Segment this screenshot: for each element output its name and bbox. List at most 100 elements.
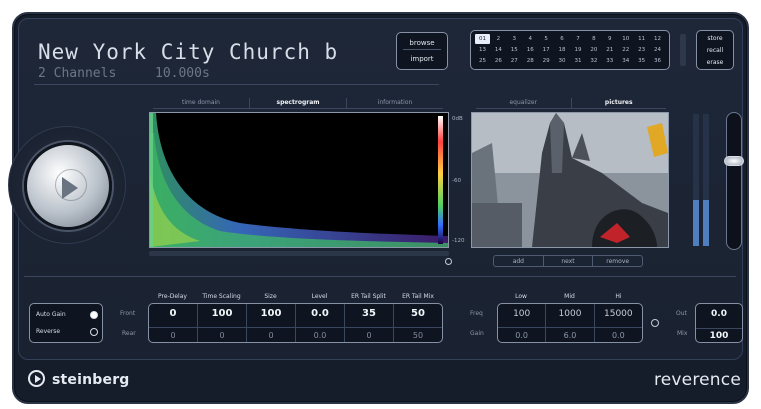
import-button[interactable]: import bbox=[403, 53, 441, 66]
preset-title: New York City Church b bbox=[38, 40, 339, 64]
program-slot[interactable]: 9 bbox=[602, 34, 617, 44]
church-photo bbox=[472, 113, 668, 247]
eq-hi-gain-value[interactable]: 0.0 bbox=[594, 327, 642, 340]
program-slot[interactable]: 6 bbox=[555, 34, 570, 44]
play-disc-button[interactable] bbox=[24, 142, 112, 230]
fader-handle[interactable] bbox=[724, 155, 744, 166]
zoom-knob-icon[interactable] bbox=[445, 258, 452, 265]
eq-hi-freq-value[interactable]: 15000 bbox=[595, 309, 642, 319]
program-slot[interactable]: 13 bbox=[475, 45, 490, 55]
eq-low-freq-value[interactable]: 100 bbox=[498, 309, 545, 319]
program-slot[interactable]: 26 bbox=[491, 56, 506, 66]
browse-button[interactable]: browse bbox=[403, 37, 441, 50]
title-divider bbox=[34, 84, 439, 85]
program-slot[interactable]: 19 bbox=[571, 45, 586, 55]
program-slot[interactable]: 01 bbox=[475, 34, 490, 44]
output-meter-left bbox=[693, 114, 699, 246]
eq-hi[interactable]: 15000 0.0 bbox=[594, 304, 642, 342]
er-tail-split-front-value[interactable]: 35 bbox=[345, 308, 393, 319]
program-slot[interactable]: 16 bbox=[523, 45, 538, 55]
erase-button[interactable]: erase bbox=[700, 57, 730, 68]
program-slot[interactable]: 12 bbox=[650, 34, 665, 44]
program-slot[interactable]: 29 bbox=[539, 56, 554, 66]
eq-mid-freq-value[interactable]: 1000 bbox=[546, 309, 593, 319]
program-slot[interactable]: 4 bbox=[523, 34, 538, 44]
tab-information[interactable]: information bbox=[347, 98, 443, 108]
store-button[interactable]: store bbox=[700, 33, 730, 44]
program-slot[interactable]: 8 bbox=[586, 34, 601, 44]
size-rear-value[interactable]: 0 bbox=[247, 327, 295, 340]
reverb-parameters: 00 100 0 100 0 0.0 0.0 35 0 50 50 bbox=[148, 303, 443, 343]
size-front-value[interactable]: 100 bbox=[247, 308, 295, 319]
out-row-label: Out bbox=[676, 310, 687, 317]
eq-low[interactable]: 100 0.0 bbox=[498, 304, 547, 342]
program-slot[interactable]: 17 bbox=[539, 45, 554, 55]
program-slot[interactable]: 33 bbox=[602, 56, 617, 66]
program-slot[interactable]: 11 bbox=[634, 34, 649, 44]
program-slot[interactable]: 14 bbox=[491, 45, 506, 55]
pre-delay-rear-value[interactable]: 0 bbox=[149, 327, 197, 340]
preset-buttons-panel: store recall erase bbox=[696, 30, 734, 70]
program-slot[interactable]: 34 bbox=[618, 56, 633, 66]
level-colorbar bbox=[438, 116, 443, 244]
param-er-tail-split[interactable]: 35 0 bbox=[345, 304, 394, 342]
mix-value[interactable]: 100 bbox=[696, 328, 742, 341]
section-divider bbox=[24, 276, 736, 277]
param-size[interactable]: 100 0 bbox=[247, 304, 296, 342]
er-tail-split-rear-value[interactable]: 0 bbox=[345, 327, 393, 340]
eq-low-header: Low bbox=[515, 293, 527, 300]
param-er-tail-mix[interactable]: 50 50 bbox=[394, 304, 442, 342]
program-slot[interactable]: 3 bbox=[507, 34, 522, 44]
program-slot[interactable]: 30 bbox=[555, 56, 570, 66]
program-slot[interactable]: 32 bbox=[586, 56, 601, 66]
level-rear-value[interactable]: 0.0 bbox=[296, 327, 344, 340]
program-slot[interactable]: 23 bbox=[634, 45, 649, 55]
param-level[interactable]: 0.0 0.0 bbox=[296, 304, 345, 342]
program-slot[interactable]: 28 bbox=[523, 56, 538, 66]
time-scaling-front-value[interactable]: 100 bbox=[198, 308, 246, 319]
eq-hi-header: Hi bbox=[615, 293, 622, 300]
remove-picture-button[interactable]: remove bbox=[593, 256, 642, 266]
tab-time-domain[interactable]: time domain bbox=[153, 98, 250, 108]
output-value[interactable]: 0.0 bbox=[696, 309, 742, 319]
time-scaling-rear-value[interactable]: 0 bbox=[198, 327, 246, 340]
eq-enable-knob-icon[interactable] bbox=[651, 319, 659, 327]
next-picture-button[interactable]: next bbox=[544, 256, 594, 266]
output-fader[interactable] bbox=[724, 112, 744, 250]
program-slot[interactable]: 24 bbox=[650, 45, 665, 55]
auto-gain-label: Auto Gain bbox=[36, 311, 66, 318]
auto-gain-toggle[interactable]: Auto Gain bbox=[36, 308, 98, 322]
program-slot[interactable]: 10 bbox=[618, 34, 633, 44]
eq-low-gain-value[interactable]: 0.0 bbox=[498, 327, 546, 340]
param-pre-delay[interactable]: 00 bbox=[149, 304, 198, 342]
program-slot[interactable]: 2 bbox=[491, 34, 506, 44]
eq-mid-gain-value[interactable]: 6.0 bbox=[546, 327, 594, 340]
program-slot[interactable]: 36 bbox=[650, 56, 665, 66]
program-slot[interactable]: 5 bbox=[539, 34, 554, 44]
program-slot[interactable]: 15 bbox=[507, 45, 522, 55]
mix-row-label: Mix bbox=[677, 330, 688, 337]
program-slot[interactable]: 27 bbox=[507, 56, 522, 66]
program-slot[interactable]: 22 bbox=[618, 45, 633, 55]
spectrogram-scrollbar[interactable] bbox=[149, 251, 449, 256]
program-slot[interactable]: 20 bbox=[586, 45, 601, 55]
program-slot[interactable]: 21 bbox=[602, 45, 617, 55]
program-slot[interactable]: 31 bbox=[571, 56, 586, 66]
add-picture-button[interactable]: add bbox=[494, 256, 544, 266]
recall-button[interactable]: recall bbox=[700, 45, 730, 56]
param-time-scaling[interactable]: 100 0 bbox=[198, 304, 247, 342]
program-slot[interactable]: 7 bbox=[571, 34, 586, 44]
tab-equalizer[interactable]: equalizer bbox=[476, 98, 572, 108]
er-tail-mix-front-value[interactable]: 50 bbox=[394, 308, 442, 319]
pre-delay-front-value[interactable]: 0 bbox=[149, 308, 197, 319]
program-slot[interactable]: 18 bbox=[555, 45, 570, 55]
program-slot[interactable]: 35 bbox=[634, 56, 649, 66]
reverse-toggle[interactable]: Reverse bbox=[36, 325, 98, 339]
steinberg-logo-icon bbox=[28, 370, 45, 387]
program-slot[interactable]: 25 bbox=[475, 56, 490, 66]
eq-mid[interactable]: 1000 6.0 bbox=[546, 304, 595, 342]
tab-spectrogram[interactable]: spectrogram bbox=[250, 98, 347, 108]
level-front-value[interactable]: 0.0 bbox=[296, 308, 344, 319]
tab-pictures[interactable]: pictures bbox=[572, 98, 667, 108]
er-tail-mix-rear-value[interactable]: 50 bbox=[394, 327, 442, 340]
